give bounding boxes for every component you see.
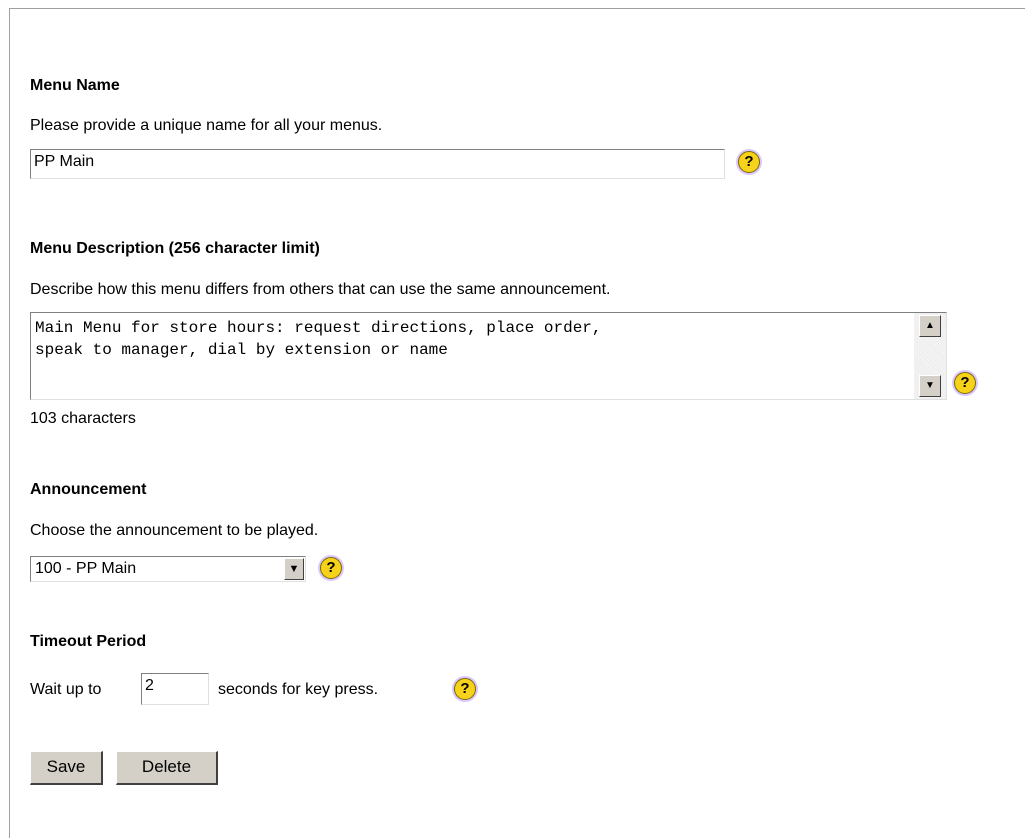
menu-description-heading: Menu Description (256 character limit) [30,240,320,257]
scroll-up-arrow-icon[interactable]: ▲ [919,315,941,337]
menu-name-input[interactable]: PP Main [30,149,725,179]
announcement-heading: Announcement [30,481,147,498]
timeout-heading: Timeout Period [30,633,147,650]
timeout-seconds-input[interactable]: 2 [141,673,209,705]
chevron-down-icon[interactable]: ▼ [284,558,304,580]
timeout-suffix: seconds for key press. [218,681,379,698]
menu-description-instructions: Describe how this menu differs from othe… [30,281,611,298]
scroll-down-arrow-icon[interactable]: ▼ [919,375,941,397]
menu-name-heading: Menu Name [30,77,120,94]
menu-description-text[interactable]: Main Menu for store hours: request direc… [35,317,910,361]
timeout-help-icon[interactable]: ? [454,678,476,700]
menu-description-textarea[interactable]: Main Menu for store hours: request direc… [30,312,947,400]
announcement-selected-value: 100 - PP Main [35,560,137,577]
menu-name-help-icon[interactable]: ? [738,151,760,173]
menu-name-description: Please provide a unique name for all you… [30,117,383,134]
announcement-select[interactable]: 100 - PP Main ▼ [30,556,306,582]
save-button[interactable]: Save [30,751,103,785]
character-count: 103 characters [30,410,136,427]
menu-description-help-icon[interactable]: ? [954,372,976,394]
announcement-help-icon[interactable]: ? [320,557,342,579]
textarea-scrollbar[interactable]: ▲ ▼ [914,313,946,399]
timeout-prefix: Wait up to [30,681,102,698]
delete-button[interactable]: Delete [116,751,218,785]
announcement-description: Choose the announcement to be played. [30,522,319,539]
